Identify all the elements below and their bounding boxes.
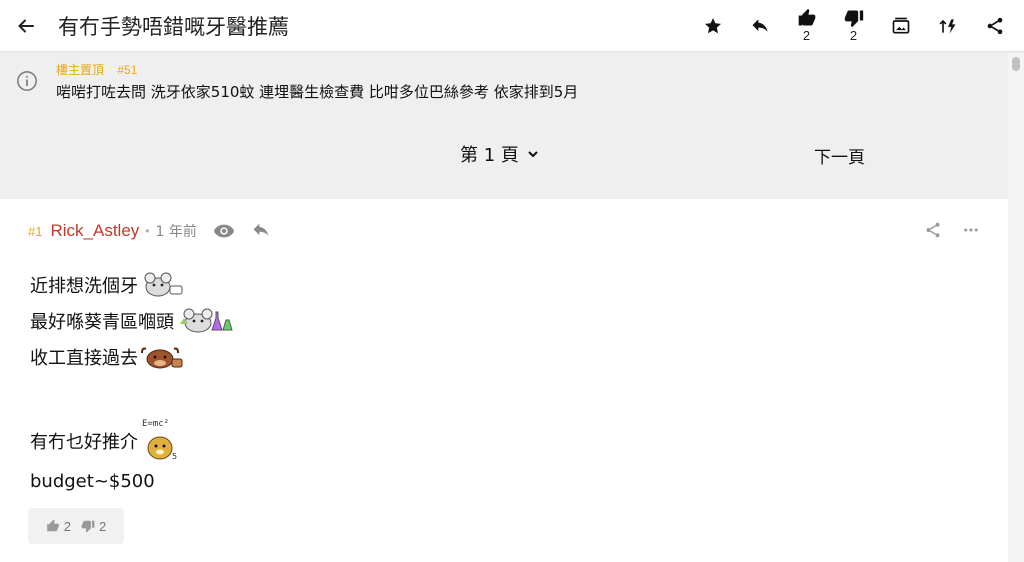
emoji-caption: E=mc² <box>142 419 170 429</box>
post-dislike-count: 2 <box>99 518 107 534</box>
header-actions: 2 2 <box>689 0 1018 52</box>
chevron-down-icon <box>528 151 538 158</box>
info-icon <box>17 71 37 91</box>
more-icon <box>964 228 978 232</box>
post-more-button[interactable] <box>962 221 980 244</box>
top-bar: 有冇手勢唔錯嘅牙醫推薦 2 2 <box>0 0 1024 52</box>
post-line: 最好喺葵青區嗰頭 <box>30 303 236 339</box>
post-line: 近排想洗個牙 <box>30 267 236 303</box>
mouse-science-emoji-icon <box>180 308 233 333</box>
post-header: #1 Rick_Astley • 1 年前 <box>28 221 271 241</box>
next-page-button[interactable]: 下一頁 <box>814 143 865 168</box>
post-time: 1 年前 <box>155 224 197 240</box>
share-button[interactable] <box>971 0 1018 52</box>
share-icon <box>987 17 1002 34</box>
post-dislike-button[interactable]: 2 <box>81 519 106 534</box>
post-share-button[interactable] <box>924 221 942 244</box>
post-like-count: 2 <box>63 518 71 534</box>
dislike-count: 2 <box>849 28 858 43</box>
post-author[interactable]: Rick_Astley <box>50 221 139 241</box>
post-tools <box>924 221 980 244</box>
scrollbar-thumb[interactable] <box>1012 57 1020 71</box>
sort-button[interactable] <box>924 0 971 52</box>
svg-text:5: 5 <box>172 452 177 461</box>
post-line-text: 最好喺葵青區嗰頭 <box>30 312 174 333</box>
thumbs-up-icon <box>798 8 815 26</box>
pinned-meta: 樓主置頂 #51 <box>56 61 137 78</box>
reply-icon <box>752 18 767 32</box>
post-line: 有冇乜好推介 E=mc² 5 <box>30 419 236 463</box>
like-thread-button[interactable]: 2 <box>783 0 830 52</box>
ox-emoji-icon <box>141 347 183 369</box>
view-author-only-button[interactable] <box>213 223 235 239</box>
post-line-text: 有冇乜好推介 <box>30 432 138 453</box>
scrollbar[interactable] <box>1008 53 1024 562</box>
back-arrow-icon <box>18 19 34 32</box>
quote-reply-button[interactable] <box>251 222 271 240</box>
star-icon <box>704 17 721 33</box>
like-count: 2 <box>802 28 811 43</box>
eye-icon <box>213 224 234 238</box>
post-line-text: 收工直接過去 <box>30 348 138 369</box>
mouse-emoji-icon <box>144 272 183 297</box>
thumbs-down-icon <box>81 520 95 533</box>
image-mode-button[interactable] <box>877 0 924 52</box>
page-selector[interactable]: 第 1 頁 <box>460 141 539 167</box>
post-card: #1 Rick_Astley • 1 年前 近排想洗個牙 最好喺葵青區嗰頭 收工… <box>0 199 1008 562</box>
separator-dot: • <box>145 224 150 238</box>
reply-icon <box>253 223 269 236</box>
post-body: 近排想洗個牙 最好喺葵青區嗰頭 收工直接過去 有冇乜好推介 E=mc² 5 bu… <box>30 267 236 499</box>
einstein-emoji: E=mc² 5 <box>142 419 186 461</box>
post-like-button[interactable]: 2 <box>46 519 71 534</box>
thumbs-up-icon <box>46 519 59 532</box>
thread-title: 有冇手勢唔錯嘅牙醫推薦 <box>58 14 289 39</box>
back-button[interactable] <box>0 0 52 52</box>
dog-emoji-icon: 5 <box>147 436 177 461</box>
dislike-thread-button[interactable]: 2 <box>830 0 877 52</box>
image-icon <box>892 17 909 33</box>
post-line: budget~$500 <box>30 463 236 499</box>
thumbs-down-icon <box>844 10 863 28</box>
post-line-blank <box>30 375 236 419</box>
reply-button[interactable] <box>736 0 783 52</box>
pinned-floor: #51 <box>117 63 138 77</box>
pinned-banner[interactable]: 樓主置頂 #51 啱啱打咗去問 洗牙依家510蚊 連埋醫生檢查費 比咁多位巴絲參… <box>0 53 1008 113</box>
sort-icon <box>938 18 955 33</box>
pinned-label: 樓主置頂 <box>56 63 105 77</box>
post-vote-bar: 2 2 <box>28 508 124 544</box>
post-line-text: budget~$500 <box>30 470 155 492</box>
post-line: 收工直接過去 <box>30 339 236 375</box>
post-floor: #1 <box>28 223 43 239</box>
bookmark-button[interactable] <box>689 0 736 52</box>
share-icon <box>926 222 940 238</box>
current-page-label: 第 1 頁 <box>460 145 519 166</box>
pager: 第 1 頁 下一頁 <box>0 113 1008 197</box>
pinned-text: 啱啱打咗去問 洗牙依家510蚊 連埋醫生檢查費 比咁多位巴絲參考 依家排到5月 <box>56 83 579 101</box>
post-line-text: 近排想洗個牙 <box>30 276 138 297</box>
